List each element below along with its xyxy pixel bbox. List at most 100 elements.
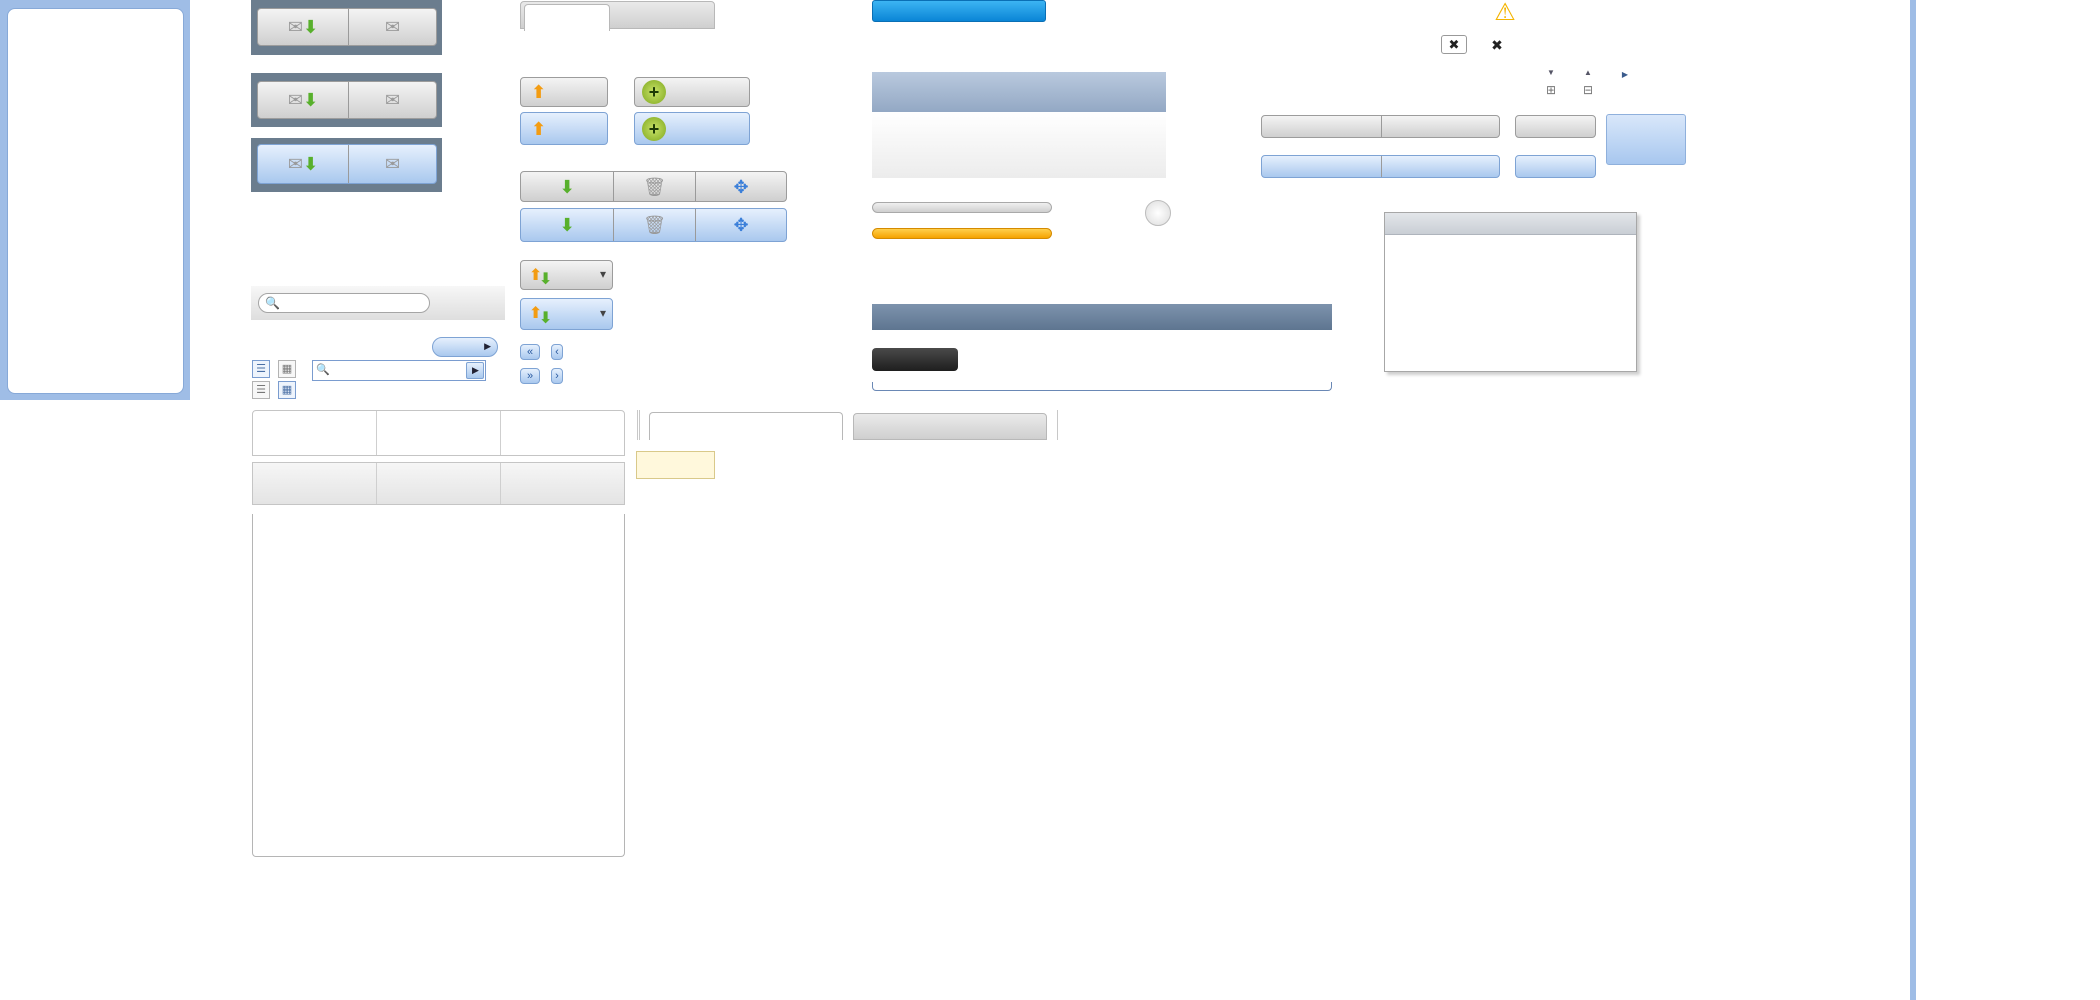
mail-segmented-button-active: ✉ ⬇ ✉	[257, 144, 437, 184]
compose-mail-button[interactable]: ✉	[348, 82, 436, 118]
dark-button[interactable]	[872, 348, 958, 371]
add-button[interactable]: +	[634, 77, 750, 107]
grid-column-header[interactable]	[501, 411, 624, 455]
down-arrow-icon: ⬇	[303, 154, 319, 174]
collapse-icon[interactable]: ⊟	[1581, 83, 1595, 97]
plus-icon: +	[642, 116, 666, 141]
mail-edit-icon: ✉	[384, 17, 401, 37]
receive-mail-button[interactable]: ✉ ⬇	[258, 145, 348, 183]
primary-button[interactable]	[872, 0, 1046, 22]
grid-subheader-row	[252, 462, 625, 505]
add-button-active[interactable]: +	[634, 112, 750, 145]
upload-icon: ⬆	[531, 118, 547, 139]
grid-view-icon[interactable]: ▦	[278, 360, 296, 378]
last-page-button[interactable]: »	[520, 368, 540, 384]
search-input[interactable]: 🔍	[258, 293, 430, 313]
header-segment[interactable]	[1381, 116, 1499, 137]
sort-dropdown-button-active[interactable]: ⬆ ⬇ ▾	[520, 298, 613, 330]
next-page-button[interactable]: ›	[551, 368, 563, 384]
move-icon: ✥	[733, 215, 749, 235]
mail-segmented-button-hover: ✉ ⬇ ✉	[257, 81, 437, 119]
move-button[interactable]: ✥	[695, 172, 786, 201]
sort-down-icon: ⬇	[539, 271, 553, 288]
sort-dropdown-button[interactable]: ⬆ ⬇ ▾	[520, 260, 613, 290]
trash-icon: 🗑	[643, 176, 666, 197]
delete-button[interactable]: 🗑	[613, 172, 695, 201]
mail-edit-icon: ✉	[384, 90, 401, 110]
arrow-right-icon: ▶	[484, 341, 491, 351]
search-icon: 🔍	[265, 296, 280, 310]
radio-button[interactable]	[1145, 200, 1171, 226]
close-icon[interactable]: ✖	[1487, 35, 1507, 54]
move-button[interactable]: ✥	[695, 209, 786, 241]
grid-column-header[interactable]	[253, 411, 377, 455]
search-icon: 🔍	[316, 364, 330, 376]
next-pill-button[interactable]: ▶	[432, 337, 498, 357]
upload-button-active[interactable]: ⬆	[520, 112, 608, 145]
section-header-bar	[872, 304, 1332, 330]
prev-page-button[interactable]: ‹	[551, 344, 563, 360]
file-action-toolbar: ⬇ 🗑 ✥	[520, 171, 787, 202]
detail-view-icon[interactable]: ☰	[252, 381, 270, 399]
list-view-icon[interactable]: ☰	[252, 360, 270, 378]
download-button[interactable]: ⬇	[521, 209, 613, 241]
down-arrow-icon: ⬇	[303, 90, 319, 110]
grid-column-header[interactable]	[377, 411, 501, 455]
close-button[interactable]: ✖	[1441, 35, 1467, 54]
header-single-button[interactable]	[1515, 115, 1596, 138]
expand-icon[interactable]: ⊞	[1544, 83, 1558, 97]
download-button[interactable]: ⬇	[521, 172, 613, 201]
quick-search-input[interactable]: 🔍 ▶	[312, 360, 486, 381]
tab-separator	[637, 410, 640, 440]
grid-cell[interactable]	[253, 463, 377, 504]
triangle-up-icon[interactable]: ▲	[1582, 67, 1594, 79]
plus-icon: +	[642, 80, 666, 104]
chevron-down-icon: ▾	[599, 306, 606, 320]
dialog-window	[1384, 212, 1637, 372]
upload-icon: ⬆	[531, 82, 547, 102]
move-icon: ✥	[733, 176, 749, 197]
grid-cell[interactable]	[377, 463, 501, 504]
progress-bar-empty	[872, 202, 1052, 213]
receive-mail-button[interactable]: ✉ ⬇	[258, 9, 348, 45]
delete-button[interactable]: 🗑	[613, 209, 695, 241]
grid-body	[252, 514, 625, 857]
tile-view-icon[interactable]: ▦	[278, 381, 296, 399]
grid-header-row	[252, 410, 625, 456]
tab-selected[interactable]	[649, 412, 843, 440]
mail-button-group-2: ✉ ⬇ ✉	[251, 73, 442, 127]
search-toolbar: 🔍	[251, 286, 505, 320]
header-segmented-control-active	[1261, 155, 1500, 178]
sort-down-icon: ⬇	[539, 310, 553, 327]
receive-mail-button[interactable]: ✉ ⬇	[258, 82, 348, 118]
mail-icon: ✉	[287, 90, 303, 110]
compose-mail-button[interactable]: ✉	[348, 145, 436, 183]
tab-active[interactable]	[524, 4, 610, 31]
triangle-down-icon[interactable]: ▼	[1545, 67, 1557, 79]
grid-cell[interactable]	[501, 463, 624, 504]
mail-icon: ✉	[287, 154, 303, 174]
triangle-right-icon[interactable]: ▶	[1619, 69, 1631, 81]
header-segment[interactable]	[1262, 116, 1381, 137]
mail-button-group-3: ✉ ⬇ ✉	[251, 138, 442, 192]
large-blue-button[interactable]	[1606, 114, 1686, 165]
tab-unselected[interactable]	[853, 413, 1047, 440]
compose-mail-button[interactable]: ✉	[348, 9, 436, 45]
first-page-button[interactable]: «	[520, 344, 540, 360]
header-single-button-active[interactable]	[1515, 155, 1596, 178]
trash-icon: 🗑	[643, 215, 666, 235]
download-icon: ⬇	[559, 176, 575, 197]
warning-icon: ⚠	[1494, 0, 1516, 26]
right-divider-bar	[1910, 0, 1916, 1000]
header-segment[interactable]	[1381, 156, 1499, 177]
dialog-title-bar[interactable]	[1385, 213, 1636, 235]
upload-button[interactable]: ⬆	[520, 77, 608, 107]
tooltip	[636, 451, 715, 479]
down-arrow-icon: ⬇	[303, 17, 319, 37]
panel-header	[872, 72, 1166, 112]
search-go-button[interactable]: ▶	[466, 362, 484, 379]
file-action-toolbar-active: ⬇ 🗑 ✥	[520, 208, 787, 242]
header-segmented-control	[1261, 115, 1500, 138]
header-segment[interactable]	[1262, 156, 1381, 177]
chevron-down-icon: ▾	[599, 267, 606, 281]
